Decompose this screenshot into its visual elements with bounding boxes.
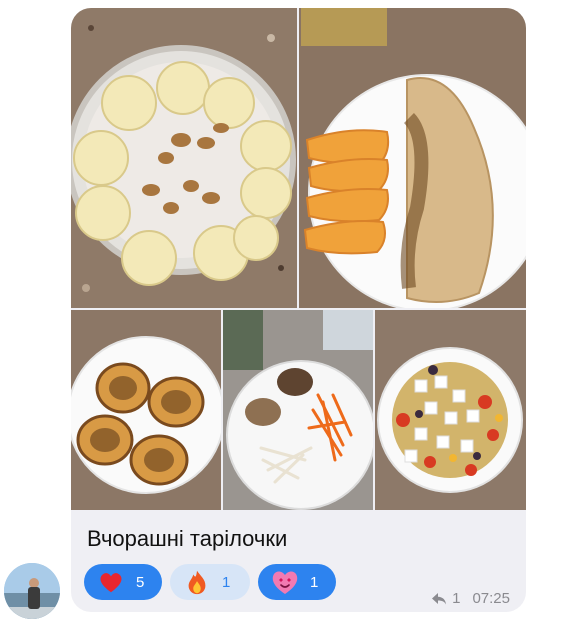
reaction-count: 5 [136,573,145,591]
reaction-fire[interactable]: 1 [170,564,250,600]
message-meta: 1 07:25 [431,590,510,607]
reaction-count: 1 [222,573,231,591]
heart-eyes-icon [270,567,300,597]
message-caption: Вчорашні тарілочки [87,526,288,551]
reaction-heart[interactable]: 5 [84,564,162,600]
reply-count[interactable]: 1 [452,590,460,607]
photo-chia-pudding-bananas[interactable] [71,8,297,308]
reaction-heart-eyes[interactable]: 1 [258,564,336,600]
photo-couscous-salad[interactable] [375,310,526,510]
message-bubble[interactable]: Вчорашні тарілочки 5 1 1 1 07:25 [71,8,526,612]
photo-syrniki[interactable] [71,310,221,510]
reaction-count: 1 [310,573,319,591]
message-time: 07:25 [472,590,510,607]
fire-icon [182,567,212,597]
heart-icon [96,567,126,597]
reply-arrow-icon[interactable] [431,592,447,606]
photo-chicken-carrot-salad[interactable] [223,310,373,510]
sender-avatar[interactable] [4,563,60,619]
photo-quesadilla-peaches[interactable] [299,8,526,308]
